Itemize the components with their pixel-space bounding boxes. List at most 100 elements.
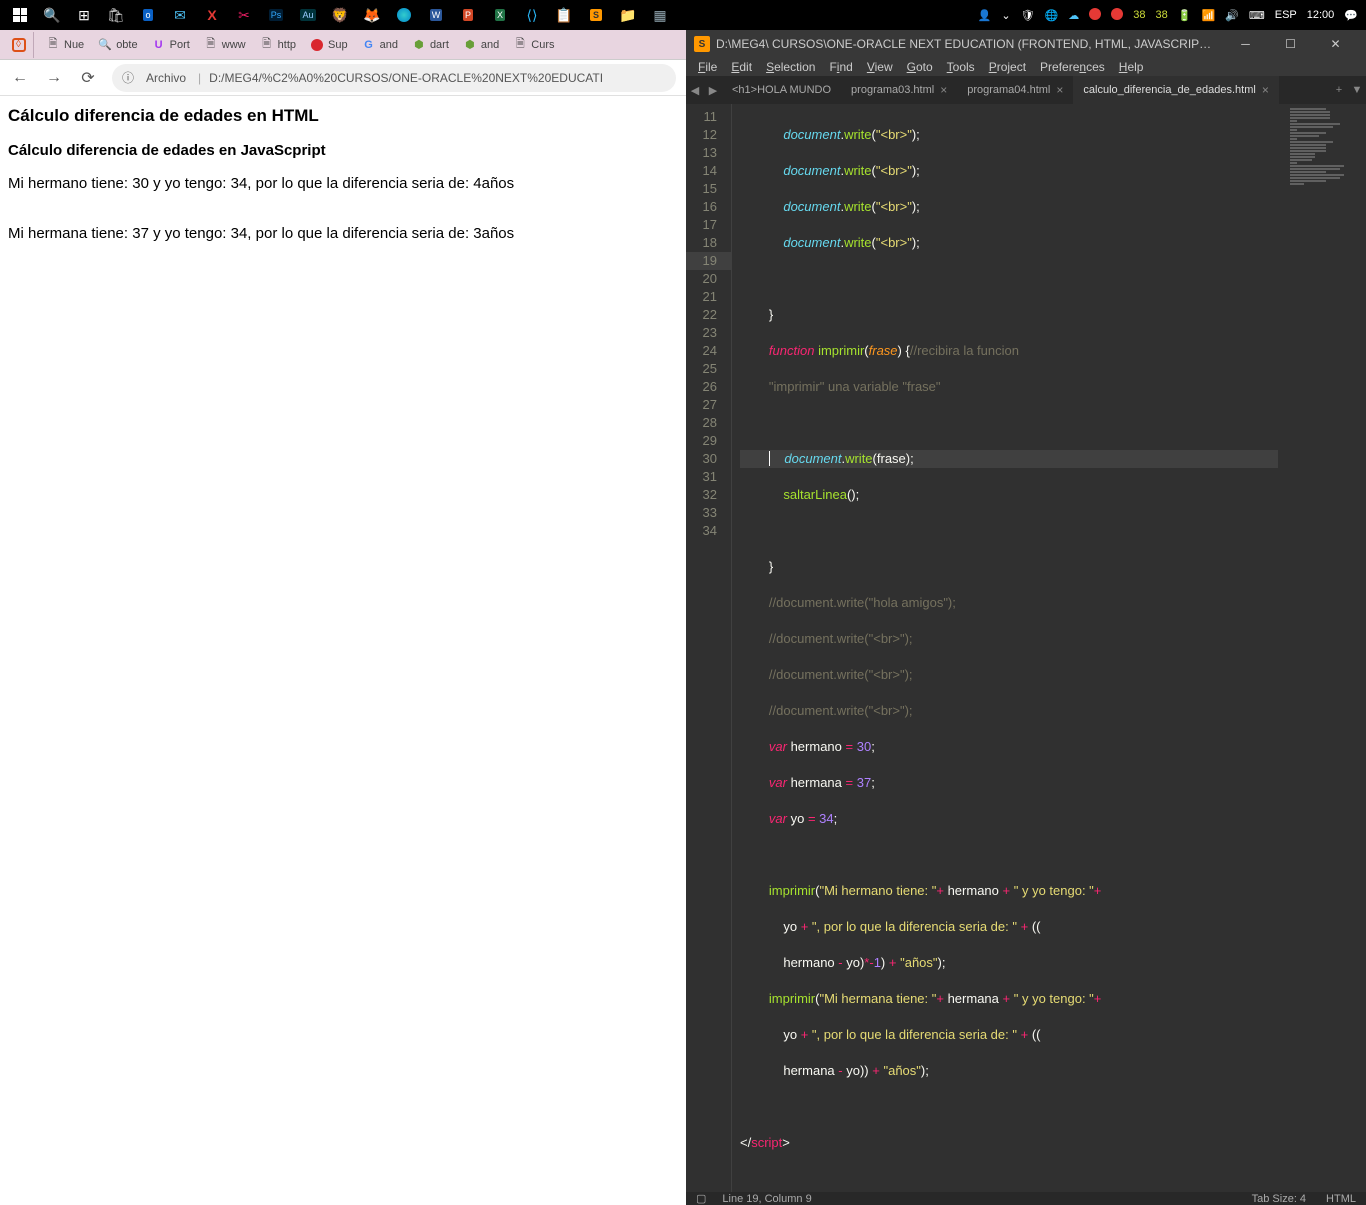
status-bar: ▢ Line 19, Column 9 Tab Size: 4 HTML [686,1192,1366,1205]
taskbar-left: 🔍 ⊞ 🛍 o ✉ X ✂ Ps Au 🦁 🦊 W P X ⟨⟩ 📋 S 📁 ▦ [0,0,676,30]
menu-file[interactable]: File [692,58,723,76]
editor-tab-active[interactable]: calculo_diferencia_de_edades.html× [1073,76,1278,104]
back-button[interactable]: ← [10,68,30,88]
browser-tab[interactable]: 🗎Curs [507,33,560,57]
menu-view[interactable]: View [861,58,899,76]
new-tab-button[interactable]: + [1330,76,1348,104]
store-icon[interactable]: 🛍 [100,0,132,30]
powerpoint-icon[interactable]: P [452,0,484,30]
page-icon: 🗎 [46,38,60,52]
window-title: D:\MEG4\ CURSOS\ONE-ORACLE NEXT EDUCATIO… [716,37,1216,51]
menu-find[interactable]: Find [823,58,858,76]
browser-tab[interactable]: ⬢dart [406,33,455,57]
volume-icon[interactable]: 🔊 [1225,9,1239,22]
chevron-up-icon[interactable]: ⌄ [1001,9,1010,22]
page-paragraph: Mi hermano tiene: 30 y yo tengo: 34, por… [8,175,678,192]
sublime-taskbar-icon[interactable]: S [580,0,612,30]
brave-icon[interactable]: 🦁 [324,0,356,30]
reload-button[interactable]: ⟳ [78,68,98,88]
tray-badge[interactable]: 38 [1133,9,1145,21]
menu-edit[interactable]: Edit [725,58,758,76]
browser-tab[interactable]: 🗎http [254,33,302,57]
page-content: Cálculo diferencia de edades en HTML Cál… [0,96,686,768]
search-icon: 🔍 [98,38,112,52]
browser-tab[interactable]: 🗎www [198,33,252,57]
page-heading-2: Cálculo diferencia de edades en JavaScpr… [8,142,678,159]
start-button[interactable] [4,0,36,30]
url-scheme-label: Archivo [142,70,190,86]
browser-tab[interactable]: 🔍obte [92,33,143,57]
notifications-icon[interactable]: 💬 [1344,9,1358,22]
url-input[interactable]: ⓘ Archivo | D:/MEG4/%C2%A0%20CURSOS/ONE-… [112,64,676,92]
explorer-icon[interactable]: 📁 [612,0,644,30]
browser-tab[interactable]: Sup [304,33,354,57]
tray-icon[interactable] [1111,8,1123,23]
status-position[interactable]: Line 19, Column 9 [722,1193,811,1205]
menu-project[interactable]: Project [983,58,1032,76]
forward-button[interactable]: → [44,68,64,88]
browser-tab[interactable]: UPort [146,33,196,57]
word-icon[interactable]: W [420,0,452,30]
google-icon: G [362,38,376,52]
browser-logo[interactable]: ◊ [4,32,34,58]
browser-tab[interactable]: 🗎Nue [40,33,90,57]
vscode-icon[interactable]: ⟨⟩ [516,0,548,30]
code-editor[interactable]: document.write("<br>"); document.write("… [732,104,1286,1192]
editor-tab[interactable]: programa04.html× [957,76,1073,104]
status-tab-size[interactable]: Tab Size: 4 [1252,1193,1306,1205]
menu-tools[interactable]: Tools [941,58,981,76]
page-icon: 🗎 [204,38,218,52]
close-button[interactable]: ✕ [1313,30,1358,58]
browser-tab-strip: ◊ 🗎Nue 🔍obte UPort 🗎www 🗎http Sup Gand ⬢… [0,30,686,60]
editor-area: 1112131415161718192021222324252627282930… [686,104,1366,1192]
photoshop-icon[interactable]: Ps [260,0,292,30]
close-tab-icon[interactable]: × [1262,83,1269,97]
minimap[interactable] [1286,104,1366,1192]
menu-help[interactable]: Help [1113,58,1150,76]
tray-icon[interactable]: 🛡 [1021,9,1035,22]
keyboard-icon[interactable]: ⌨ [1249,9,1265,22]
tray-icon[interactable] [1089,8,1101,23]
menu-goto[interactable]: Goto [901,58,939,76]
people-icon[interactable]: 👤 [978,9,992,22]
system-tray: 👤 ⌄ 🛡 🌐 ☁ 38 38 🔋 📶 🔊 ⌨ ESP 12:00 💬 [978,8,1366,23]
status-language[interactable]: HTML [1326,1193,1356,1205]
task-view-icon[interactable]: ⊞ [68,0,100,30]
menu-preferences[interactable]: Preferences [1034,58,1111,76]
editor-tab[interactable]: <h1>HOLA MUNDO [722,76,841,104]
notepad-icon[interactable]: 📋 [548,0,580,30]
page-heading-1: Cálculo diferencia de edades en HTML [8,106,678,126]
clock[interactable]: 12:00 [1307,9,1335,21]
line-gutter[interactable]: 1112131415161718192021222324252627282930… [686,104,732,1192]
minimize-button[interactable]: ─ [1223,30,1268,58]
maximize-button[interactable]: ☐ [1268,30,1313,58]
battery-icon[interactable]: 🔋 [1178,9,1192,22]
excel-icon[interactable]: X [484,0,516,30]
snip-icon[interactable]: ✂ [228,0,260,30]
x-app-icon[interactable]: X [196,0,228,30]
tab-next-button[interactable]: ▶ [704,76,722,104]
firefox-icon[interactable]: 🦊 [356,0,388,30]
audition-icon[interactable]: Au [292,0,324,30]
edge-icon[interactable] [388,0,420,30]
wifi-icon[interactable]: 📶 [1201,9,1215,22]
tray-badge[interactable]: 38 [1156,9,1168,21]
tab-prev-button[interactable]: ◀ [686,76,704,104]
close-tab-icon[interactable]: × [1056,83,1063,97]
language-indicator[interactable]: ESP [1275,9,1297,21]
onedrive-icon[interactable]: ☁ [1068,9,1079,22]
outlook-icon[interactable]: o [132,0,164,30]
close-tab-icon[interactable]: × [940,83,947,97]
editor-tab[interactable]: programa03.html× [841,76,957,104]
browser-tab[interactable]: Gand [356,33,404,57]
sublime-titlebar[interactable]: S D:\MEG4\ CURSOS\ONE-ORACLE NEXT EDUCAT… [686,30,1366,58]
app-icon[interactable]: ▦ [644,0,676,30]
tray-icon[interactable]: 🌐 [1045,9,1059,22]
mail-icon[interactable]: ✉ [164,0,196,30]
browser-tab[interactable]: ⬢and [457,33,505,57]
search-icon[interactable]: 🔍 [36,0,68,30]
sublime-window: S D:\MEG4\ CURSOS\ONE-ORACLE NEXT EDUCAT… [686,30,1366,768]
tab-menu-button[interactable]: ▼ [1348,76,1366,104]
menu-selection[interactable]: Selection [760,58,821,76]
status-panel-icon[interactable]: ▢ [696,1192,706,1205]
